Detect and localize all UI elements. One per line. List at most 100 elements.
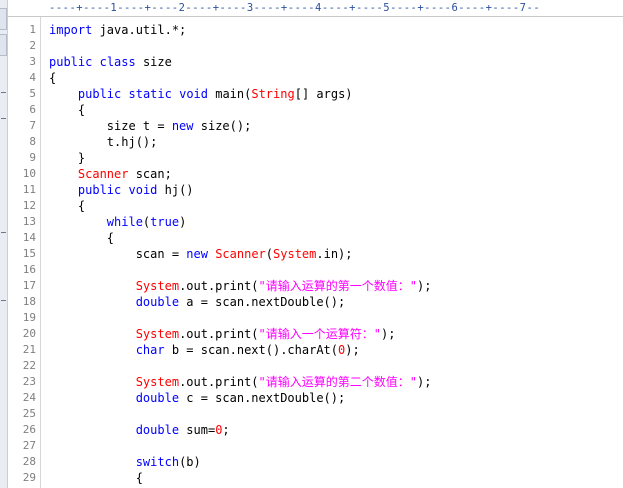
code-line[interactable]: 29 {	[0, 470, 623, 486]
code-token: System	[135, 327, 180, 341]
code-line[interactable]: 3 public class size	[0, 54, 623, 70]
code-line[interactable]: 27	[0, 438, 623, 454]
line-number: 28	[22, 455, 36, 468]
code-token: b = scan.next().charAt(	[164, 343, 338, 357]
code-token: new	[171, 119, 194, 133]
code-text: double c = scan.nextDouble();	[49, 390, 346, 406]
code-token: switch	[135, 455, 180, 469]
code-line[interactable]: 7 size t = new size();	[0, 118, 623, 134]
code-token: [] args)	[294, 87, 353, 101]
code-token: );	[417, 375, 432, 389]
line-number: 26	[22, 423, 36, 436]
code-line[interactable]: 12 {	[0, 198, 623, 214]
code-text: {	[49, 70, 56, 86]
line-number: 11	[22, 183, 36, 196]
code-line[interactable]: 8 t.hj();	[0, 134, 623, 150]
line-number: 16	[22, 263, 36, 276]
code-token: public	[77, 183, 122, 197]
code-token: double	[135, 391, 180, 405]
code-line[interactable]: 16	[0, 262, 623, 278]
code-token: public	[49, 55, 93, 69]
code-token: (b)	[179, 455, 201, 469]
code-token: .out.print(	[179, 375, 259, 389]
code-line[interactable]: 11 public void hj()	[0, 182, 623, 198]
line-number: 24	[22, 391, 36, 404]
code-line[interactable]: 14 {	[0, 230, 623, 246]
code-line[interactable]: 13 while(true)	[0, 214, 623, 230]
code-token: String	[251, 87, 295, 101]
code-line[interactable]: 18 double a = scan.nextDouble();	[0, 294, 623, 310]
code-token: double	[135, 295, 180, 309]
code-line[interactable]: 2	[0, 38, 623, 54]
code-token: );	[345, 343, 360, 357]
code-token: "请输入运算的第二个数值："	[258, 375, 417, 389]
code-line[interactable]: 21 char b = scan.next().charAt(0);	[0, 342, 623, 358]
code-token: );	[381, 327, 396, 341]
line-number: 6	[29, 103, 36, 116]
code-line[interactable]: 10 Scanner scan;	[0, 166, 623, 182]
line-number: 17	[22, 279, 36, 292]
code-token: {	[49, 199, 86, 213]
code-token: size	[135, 55, 172, 69]
column-ruler: ----+----1----+----2----+----3----+----4…	[41, 0, 623, 17]
code-editor[interactable]: 1 import java.util.*; 2 3 public class size 4…	[0, 22, 623, 486]
code-token: )	[179, 215, 187, 229]
code-token: scan =	[49, 247, 187, 261]
code-line[interactable]: 26 double sum=0;	[0, 422, 623, 438]
code-line[interactable]: 24 double c = scan.nextDouble();	[0, 390, 623, 406]
line-number: 7	[29, 119, 36, 132]
code-line[interactable]: 1 import java.util.*;	[0, 22, 623, 38]
code-token: double	[135, 423, 180, 437]
code-line[interactable]: 28 switch(b)	[0, 454, 623, 470]
code-token: main(	[208, 87, 252, 101]
code-line[interactable]: 17 System.out.print("请输入运算的第一个数值：");	[0, 278, 623, 294]
code-line[interactable]: 19	[0, 310, 623, 326]
code-text: scan = new Scanner(System.in);	[49, 246, 353, 262]
code-token: System	[273, 247, 317, 261]
line-number: 21	[22, 343, 36, 356]
code-text: {	[49, 198, 85, 214]
code-line[interactable]: 6 {	[0, 102, 623, 118]
line-number: 20	[22, 327, 36, 340]
line-number: 15	[22, 247, 36, 260]
line-number: 2	[29, 39, 36, 52]
code-line[interactable]: 4{	[0, 70, 623, 86]
code-token: {	[49, 231, 115, 245]
code-line[interactable]: 5 public static void main(String[] args)	[0, 86, 623, 102]
code-text: char b = scan.next().charAt(0);	[49, 342, 360, 358]
code-line[interactable]: 15 scan = new Scanner(System.in);	[0, 246, 623, 262]
code-token: hj()	[157, 183, 194, 197]
code-token: static	[128, 87, 172, 101]
code-line[interactable]: 20 System.out.print("请输入一个运算符：");	[0, 326, 623, 342]
code-text: public void hj()	[49, 182, 194, 198]
line-number: 19	[22, 311, 36, 324]
code-text: public class size	[49, 54, 172, 70]
line-number: 23	[22, 375, 36, 388]
code-token: public	[77, 87, 122, 101]
line-number: 27	[22, 439, 36, 452]
code-token: true	[150, 215, 180, 229]
line-number: 22	[22, 359, 36, 372]
code-token: while	[106, 215, 143, 229]
code-token: java.util.*;	[92, 23, 187, 37]
code-line[interactable]: 22	[0, 358, 623, 374]
code-text: {	[49, 102, 85, 118]
code-text: import java.util.*;	[49, 22, 186, 38]
code-token: ;	[222, 423, 230, 437]
code-line[interactable]: 25	[0, 406, 623, 422]
code-line[interactable]: 9 }	[0, 150, 623, 166]
line-number: 4	[29, 71, 36, 84]
code-text: System.out.print("请输入运算的第一个数值：");	[49, 278, 432, 294]
code-token: a = scan.nextDouble();	[179, 295, 346, 309]
code-line[interactable]: 23 System.out.print("请输入运算的第二个数值：");	[0, 374, 623, 390]
code-token: (	[265, 247, 274, 261]
code-token: size();	[193, 119, 252, 133]
